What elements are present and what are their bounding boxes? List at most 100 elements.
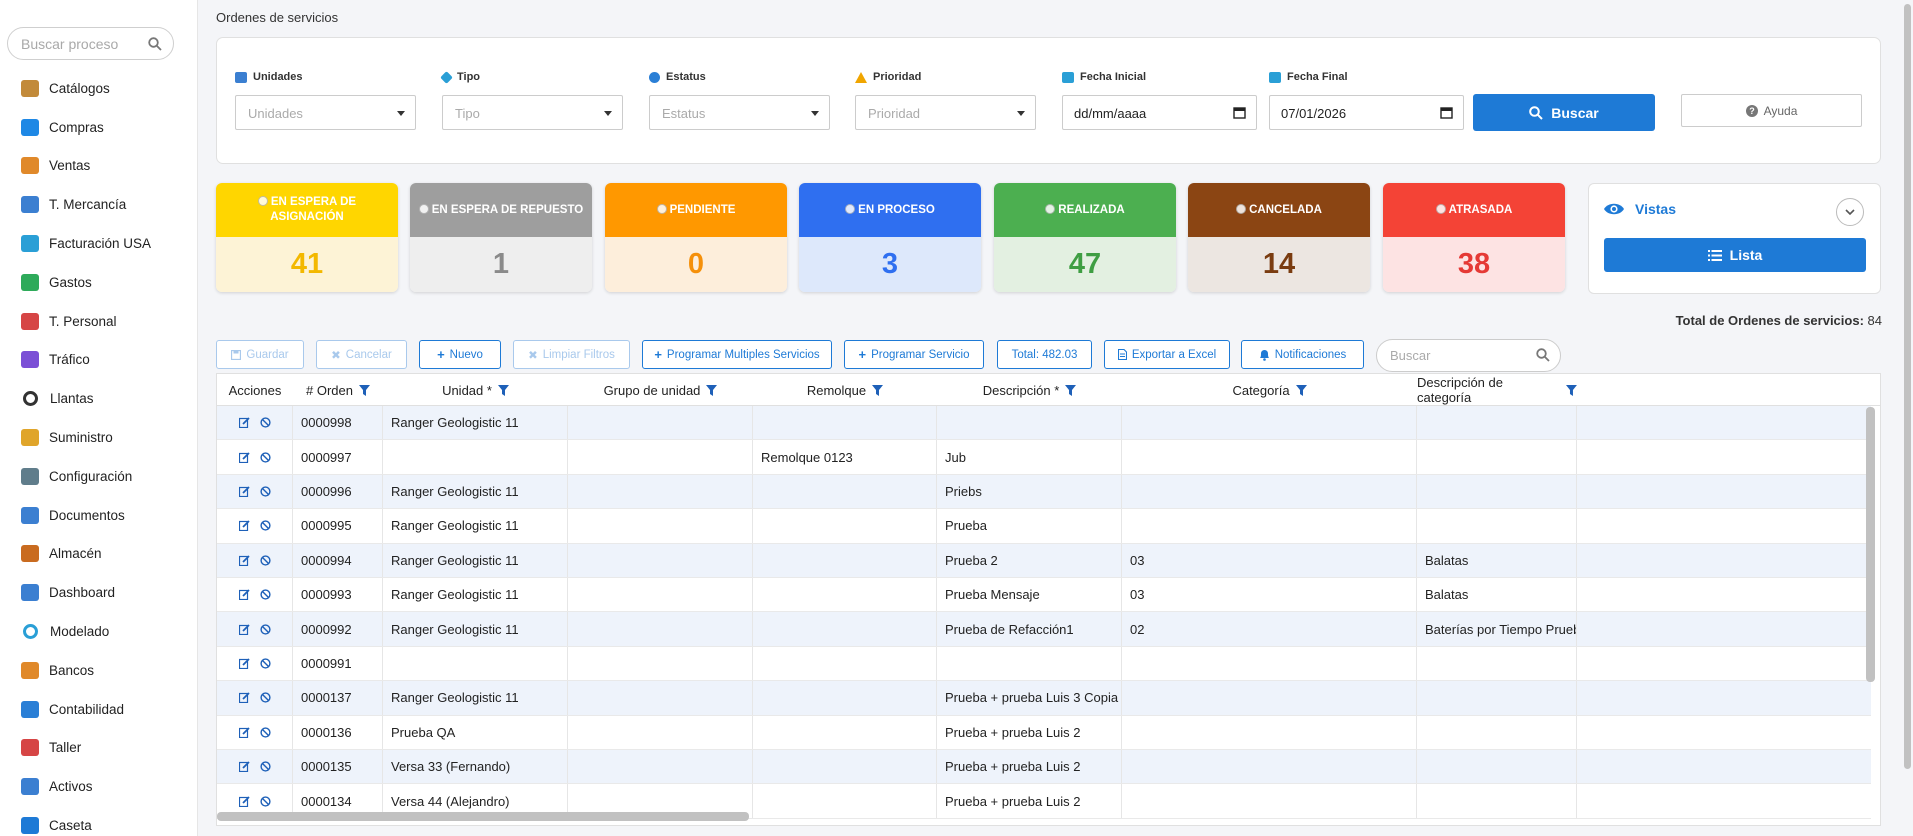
programar-multiples-button[interactable]: + Programar Multiples Servicios	[642, 340, 832, 369]
cell-remolque[interactable]	[753, 406, 937, 440]
edit-icon[interactable]	[238, 417, 250, 429]
cell-remolque[interactable]: Remolque 0123	[753, 440, 937, 474]
fecha-inicial-input[interactable]: dd/mm/aaaa	[1062, 95, 1257, 130]
vistas-toggle[interactable]	[1836, 198, 1864, 226]
cell-categoría[interactable]	[1122, 715, 1417, 749]
cell-descripción[interactable]: Prueba 2	[937, 543, 1122, 577]
cancel-icon[interactable]	[259, 417, 271, 428]
cell-grupo-de-unidad[interactable]	[568, 681, 753, 715]
cell-unidad[interactable]: Ranger Geologistic 11	[383, 406, 568, 440]
status-card-atrasada[interactable]: ATRASADA 38	[1383, 183, 1565, 292]
cell-descripción-de-categoría[interactable]: Balatas	[1417, 578, 1577, 612]
column-header[interactable]: Unidad *	[383, 374, 568, 406]
grid-search[interactable]	[1376, 339, 1561, 372]
cell--orden[interactable]: 0000995	[293, 509, 383, 543]
cell-descripción[interactable]: Prueba	[937, 509, 1122, 543]
sidebar-item-bancos[interactable]: Bancos	[0, 651, 197, 690]
buscar-button[interactable]: Buscar	[1473, 94, 1655, 131]
cell-categoría[interactable]	[1122, 681, 1417, 715]
guardar-button[interactable]: Guardar	[216, 340, 304, 369]
calendar-icon[interactable]	[1233, 106, 1246, 119]
cell-unidad[interactable]: Ranger Geologistic 11	[383, 578, 568, 612]
filter-icon[interactable]	[1566, 384, 1577, 396]
cell-grupo-de-unidad[interactable]	[568, 474, 753, 509]
exportar-excel-button[interactable]: Exportar a Excel	[1104, 340, 1230, 369]
cancel-icon[interactable]	[259, 692, 271, 703]
table-row[interactable]: 0000991	[217, 646, 1871, 682]
cell-descripción[interactable]: Prueba Mensaje	[937, 578, 1122, 612]
search-icon[interactable]	[148, 37, 162, 51]
cancel-icon[interactable]	[259, 555, 271, 566]
cell-categoría[interactable]	[1122, 474, 1417, 509]
notificaciones-button[interactable]: Notificaciones	[1241, 340, 1364, 369]
status-card-en-espera-de-asignaci-n[interactable]: EN ESPERA DE ASIGNACIÓN 41	[216, 183, 398, 292]
cell-grupo-de-unidad[interactable]	[568, 750, 753, 784]
search-icon[interactable]	[1536, 348, 1550, 362]
filter-icon[interactable]	[706, 384, 718, 396]
cell-descripción[interactable]: Prueba + prueba Luis 2	[937, 784, 1122, 818]
cell-grupo-de-unidad[interactable]	[568, 543, 753, 577]
cell-categoría[interactable]: 03	[1122, 543, 1417, 577]
cell--orden[interactable]: 0000996	[293, 474, 383, 509]
column-header[interactable]: Descripción *	[937, 374, 1122, 406]
sidebar-item-configuración[interactable]: Configuración	[0, 457, 197, 496]
edit-icon[interactable]	[238, 589, 250, 601]
cell--orden[interactable]: 0000137	[293, 681, 383, 715]
cell-unidad[interactable]: Prueba QA	[383, 715, 568, 749]
cancelar-button[interactable]: ✖ Cancelar	[316, 340, 407, 369]
cell--orden[interactable]: 0000997	[293, 440, 383, 474]
cell-grupo-de-unidad[interactable]	[568, 612, 753, 646]
table-row[interactable]: 0000992 Ranger Geologistic 11 Prueba de Re…	[217, 612, 1871, 647]
table-row[interactable]: 0000136 Prueba QA Prueba + prueba Luis 2	[217, 715, 1871, 750]
cell-descripción[interactable]: Prueba + prueba Luis 3 Copia	[937, 681, 1122, 715]
cell-grupo-de-unidad[interactable]	[568, 440, 753, 474]
edit-icon[interactable]	[238, 555, 250, 566]
status-card-pendiente[interactable]: PENDIENTE 0	[605, 183, 787, 292]
status-card-cancelada[interactable]: CANCELADA 14	[1188, 183, 1370, 292]
sidebar-item-activos[interactable]: Activos	[0, 767, 197, 806]
cell-remolque[interactable]	[753, 646, 937, 681]
lista-button[interactable]: Lista	[1604, 238, 1866, 272]
cell-descripción-de-categoría[interactable]: Baterías por Tiempo Prueba	[1417, 612, 1577, 646]
ayuda-button[interactable]: ? Ayuda	[1681, 94, 1862, 127]
cell-descripción-de-categoría[interactable]	[1417, 784, 1577, 818]
cell-categoría[interactable]	[1122, 406, 1417, 440]
edit-icon[interactable]	[238, 692, 250, 704]
sidebar-item-t-personal[interactable]: T. Personal	[0, 302, 197, 341]
cell-descripción[interactable]	[937, 406, 1122, 440]
cell-remolque[interactable]	[753, 578, 937, 612]
cell-grupo-de-unidad[interactable]	[568, 509, 753, 543]
cancel-icon[interactable]	[259, 761, 271, 772]
sidebar-item-llantas[interactable]: Llantas	[0, 379, 197, 418]
sidebar-item-gastos[interactable]: Gastos	[0, 263, 197, 302]
cell-unidad[interactable]: Ranger Geologistic 11	[383, 543, 568, 577]
cell-unidad[interactable]	[383, 440, 568, 474]
cancel-icon[interactable]	[259, 589, 271, 600]
filter-icon[interactable]	[358, 384, 370, 396]
sidebar-item-catálogos[interactable]: Catálogos	[0, 69, 197, 108]
table-row[interactable]: 0000995 Ranger Geologistic 11 Prueba	[217, 509, 1871, 544]
sidebar-item-facturación-usa[interactable]: Facturación USA	[0, 224, 197, 263]
cell-unidad[interactable]: Ranger Geologistic 11	[383, 474, 568, 509]
cell--orden[interactable]: 0000135	[293, 750, 383, 784]
sidebar-item-ventas[interactable]: Ventas	[0, 147, 197, 186]
edit-icon[interactable]	[238, 795, 250, 807]
edit-icon[interactable]	[238, 451, 250, 463]
table-row[interactable]: 0000135 Versa 33 (Fernando) Prueba + prueb…	[217, 750, 1871, 785]
cell--orden[interactable]: 0000992	[293, 612, 383, 646]
cell-remolque[interactable]	[753, 681, 937, 715]
column-header[interactable]: Remolque	[753, 374, 937, 406]
cell-remolque[interactable]	[753, 750, 937, 784]
cell--orden[interactable]: 0000998	[293, 406, 383, 440]
sidebar-item-taller[interactable]: Taller	[0, 729, 197, 768]
cell-unidad[interactable]	[383, 646, 568, 681]
cancel-icon[interactable]	[259, 520, 271, 531]
edit-icon[interactable]	[238, 727, 250, 738]
tipo-select[interactable]: Tipo	[442, 95, 623, 130]
column-header[interactable]: Descripción de categoría	[1417, 374, 1577, 406]
programar-servicio-button[interactable]: + Programar Servicio	[844, 340, 984, 369]
cell-descripción-de-categoría[interactable]	[1417, 681, 1577, 715]
table-row[interactable]: 0000996 Ranger Geologistic 11 Priebs	[217, 474, 1871, 510]
cell-remolque[interactable]	[753, 784, 937, 818]
cell--orden[interactable]: 0000994	[293, 543, 383, 577]
